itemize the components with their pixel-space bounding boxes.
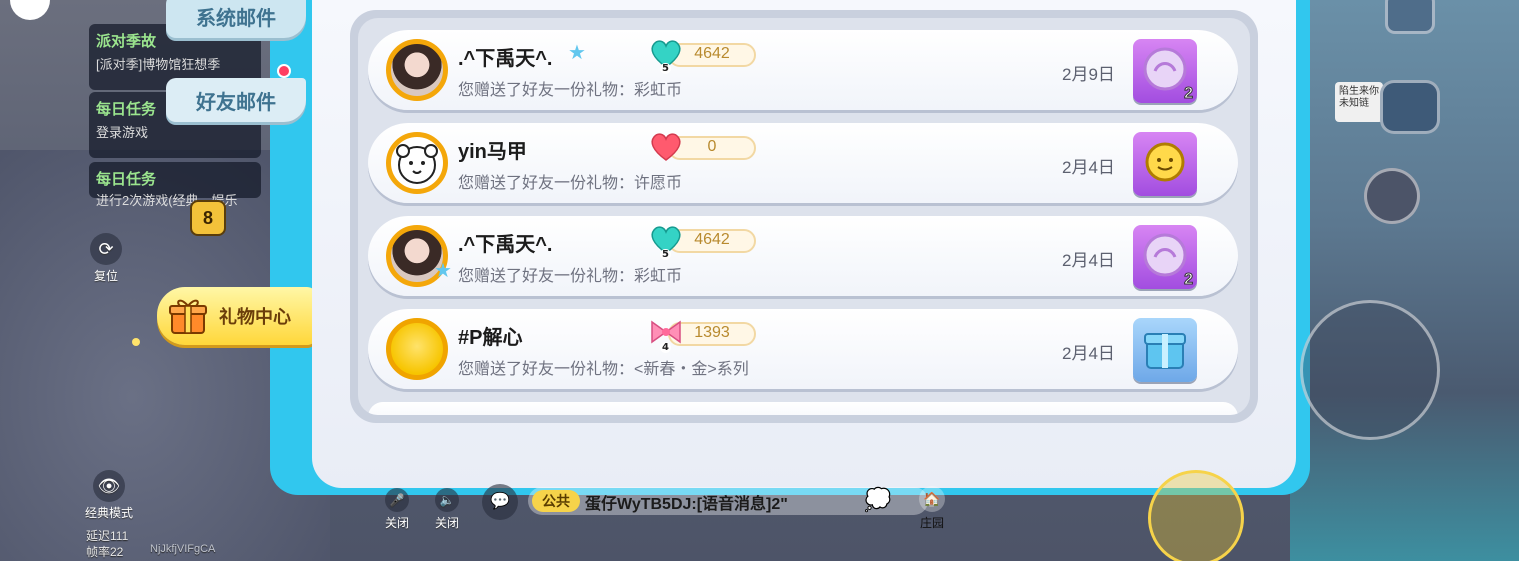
task-title: 每日任务	[96, 171, 157, 188]
level-badge[interactable]: 8	[190, 200, 226, 236]
tab-system-mail-label: 系统邮件	[196, 8, 276, 30]
intimacy-badge: 0	[648, 133, 756, 161]
shoe-icon[interactable]	[1380, 80, 1440, 134]
gift-list[interactable]: .^下禹天^. ★ 5 4642 您赠送了好友一份礼物：彩虹币 2月9日 2 y…	[358, 18, 1250, 415]
mic-icon: 🎤	[385, 488, 409, 512]
gift-date: 2月4日	[1062, 251, 1115, 270]
speaker-button[interactable]: 🔈 关闭	[430, 488, 464, 531]
friend-name: yin马甲	[458, 141, 527, 163]
task-title: 每日任务	[96, 101, 157, 118]
mic-label: 关闭	[384, 516, 409, 530]
gift-row-partial	[368, 402, 1238, 415]
gift-row[interactable]: ★ .^下禹天^. 5 4642 您赠送了好友一份礼物：彩虹币 2月4日 2	[368, 216, 1238, 296]
reset-label: 复位	[93, 269, 118, 283]
classic-mode-button[interactable]: 👁 经典模式	[76, 470, 142, 521]
chat-message: 蛋仔WyTB5DJ:[语音消息]2"	[585, 496, 788, 513]
eye-icon: 👁	[93, 470, 125, 502]
friend-avatar[interactable]	[386, 132, 448, 194]
emote-icon[interactable]	[1364, 168, 1420, 224]
gift-center-label: 礼物中心	[219, 307, 291, 327]
chat-icon[interactable]: 💭	[864, 488, 891, 513]
tab-system-mail[interactable]: 系统邮件	[166, 0, 306, 38]
task-item[interactable]: 每日任务 进行2次游戏(经典、娱乐	[89, 162, 261, 208]
bear-avatar-graphic	[396, 144, 438, 184]
gift-list-frame: .^下禹天^. ★ 5 4642 您赠送了好友一份礼物：彩虹币 2月9日 2 y…	[350, 10, 1258, 423]
friend-name: .^下禹天^.	[458, 234, 553, 256]
gift-center-button[interactable]: 礼物中心	[157, 287, 317, 345]
chat-channel-badge[interactable]: 公共	[532, 490, 580, 512]
friend-name: .^下禹天^.	[458, 48, 553, 70]
gift-description: 您赠送了好友一份礼物：<新春・金>系列	[458, 361, 749, 378]
tab-friend-mail-label: 好友邮件	[196, 92, 276, 114]
task-desc: 登录游戏	[96, 125, 149, 140]
gift-description: 您赠送了好友一份礼物：彩虹币	[458, 82, 683, 99]
gift-date: 2月4日	[1062, 158, 1115, 177]
coin-graphic	[1145, 142, 1185, 182]
gift-icon	[169, 299, 207, 334]
badge-value: 0	[707, 138, 717, 155]
gift-description: 您赠送了好友一份礼物：许愿币	[458, 175, 683, 192]
star-icon: ★	[434, 258, 452, 282]
gift-box-icon[interactable]	[1133, 318, 1197, 382]
gift-date: 2月9日	[1062, 65, 1115, 84]
intimacy-badge: 5 4642	[648, 40, 756, 74]
task-desc: 进行2次游戏(经典、娱乐	[96, 193, 238, 208]
reset-icon: ⟳	[90, 233, 122, 265]
gift-row[interactable]: #P解心 4 1393 您赠送了好友一份礼物：<新春・金>系列 2月4日	[368, 309, 1238, 389]
chat-bubble-icon[interactable]: 💬	[482, 484, 518, 520]
gift-date: 2月4日	[1062, 344, 1115, 363]
user-id-text: NjJkfjVIFgCA	[150, 543, 216, 555]
mic-button[interactable]: 🎤 关闭	[380, 488, 414, 531]
wish-coin-icon[interactable]	[1133, 132, 1197, 196]
badge-value: 4642	[694, 231, 730, 248]
jump-button[interactable]	[1300, 300, 1440, 440]
intimacy-badge: 4 1393	[648, 320, 756, 353]
gift-row[interactable]: yin马甲 0 您赠送了好友一份礼物：许愿币 2月4日	[368, 123, 1238, 203]
gift-quantity: 2	[1184, 271, 1194, 289]
box-graphic	[1144, 333, 1186, 369]
badge-level: 5	[660, 249, 671, 260]
action-button[interactable]	[1148, 470, 1244, 561]
badge-value: 4642	[694, 45, 730, 62]
star-icon: ★	[568, 40, 586, 64]
tab-friend-mail[interactable]: 好友邮件	[166, 78, 306, 122]
rainbow-coin-icon[interactable]: 2	[1133, 225, 1197, 289]
intimacy-badge: 5 4642	[648, 226, 756, 260]
badge-level: 5	[660, 63, 671, 74]
friend-name: #P解心	[458, 327, 523, 349]
dice-icon[interactable]	[1385, 0, 1435, 34]
rainbow-coin-icon[interactable]: 2	[1133, 39, 1197, 103]
classic-mode-label: 经典模式	[84, 506, 133, 520]
gift-row[interactable]: .^下禹天^. ★ 5 4642 您赠送了好友一份礼物：彩虹币 2月9日 2	[368, 30, 1238, 110]
dot-decoration	[132, 338, 140, 346]
friend-avatar[interactable]	[386, 39, 448, 101]
framerate-text: 帧率22	[86, 545, 124, 559]
notification-dot	[277, 64, 291, 78]
home-label: 庄园	[919, 516, 944, 530]
speaker-label: 关闭	[434, 516, 459, 530]
signboard: 陷生来你 未知链	[1335, 82, 1383, 122]
task-title: 派对季故	[96, 33, 157, 50]
reset-button[interactable]: ⟳ 复位	[86, 233, 126, 284]
latency-text: 延迟111	[86, 529, 129, 543]
task-desc: [派对季]博物馆狂想季	[96, 57, 221, 72]
friend-avatar[interactable]	[386, 318, 448, 380]
house-icon: 🏠	[919, 486, 945, 512]
speaker-icon: 🔈	[435, 488, 459, 512]
gift-description: 您赠送了好友一份礼物：彩虹币	[458, 268, 683, 285]
gift-quantity: 2	[1184, 85, 1194, 103]
badge-value: 1393	[694, 324, 730, 341]
home-button[interactable]: 🏠 庄园	[912, 486, 952, 531]
badge-level: 4	[660, 342, 671, 353]
